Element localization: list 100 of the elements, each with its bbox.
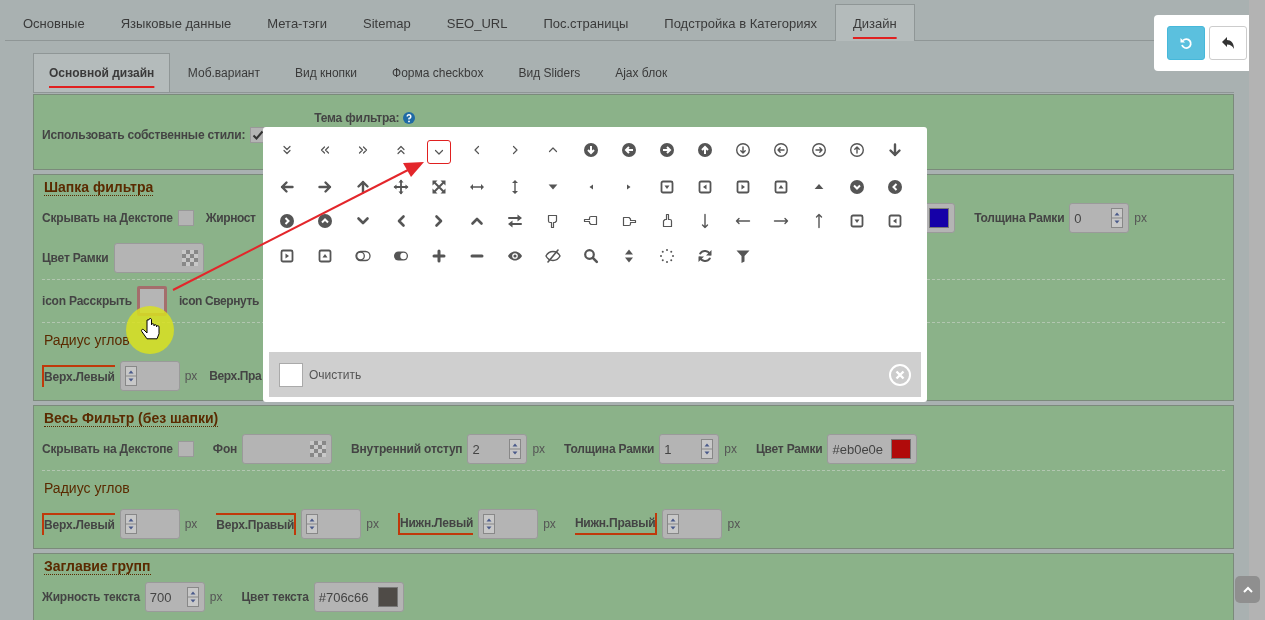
spinner-icon[interactable] <box>483 514 496 534</box>
tab[interactable]: Вид Sliders <box>500 53 598 92</box>
circle-arrow-down-icon <box>583 142 599 158</box>
field-label: Внутренний отступ <box>351 441 463 458</box>
dotted-circle-icon <box>659 247 675 264</box>
tab[interactable]: Подстройка в Категориях <box>646 4 835 41</box>
arrow-down-icon <box>887 142 903 158</box>
caret-right-icon <box>625 182 633 191</box>
number-field[interactable] <box>119 361 180 391</box>
transparent-swatch-icon <box>310 441 327 457</box>
spinner-icon[interactable] <box>186 587 199 607</box>
number-field[interactable] <box>119 509 180 539</box>
spinner-icon[interactable] <box>509 439 522 459</box>
field-label: Верх.Правый <box>216 513 297 535</box>
checkbox[interactable] <box>177 210 194 226</box>
section-title: Весь Фильтр (без шапки) <box>44 411 219 427</box>
tab[interactable]: Языковые данные <box>102 4 250 41</box>
spinner-icon[interactable] <box>1111 208 1124 228</box>
color-field[interactable] <box>113 243 204 273</box>
refresh-icon <box>697 247 713 264</box>
square-caret-right-icon <box>735 178 751 195</box>
number-field[interactable] <box>301 509 362 539</box>
number-field[interactable]: 0 <box>1069 203 1130 233</box>
circle-chevron-left-icon <box>887 178 903 195</box>
field-label: Толщина Рамки <box>564 441 655 458</box>
tab[interactable]: Основной дизайн <box>33 53 171 92</box>
help-icon[interactable] <box>403 112 416 124</box>
field-label: Жирность текста <box>42 589 140 606</box>
circle-outline-arrow-up-icon <box>849 142 865 158</box>
circle-outline-arrow-down-icon <box>735 142 751 158</box>
color-field[interactable]: #706c66 <box>313 582 404 612</box>
plus-icon <box>431 247 447 264</box>
tab[interactable]: Форма checkbox <box>374 53 501 92</box>
field-label: Верх.Пра <box>209 368 262 385</box>
eye-slash-icon <box>545 247 561 264</box>
tab[interactable]: Ajax блок <box>597 53 685 92</box>
number-field[interactable]: 2 <box>467 434 528 464</box>
reply-arrow-icon <box>1221 36 1235 50</box>
tab[interactable]: Моб.вариант <box>170 53 278 92</box>
tab[interactable]: SEO_URL <box>428 4 526 41</box>
color-field[interactable]: #eb0e0e <box>827 434 918 464</box>
field-label: icon Расскрыть <box>42 293 132 310</box>
spinner-icon[interactable] <box>701 439 714 459</box>
checkbox[interactable] <box>177 441 194 457</box>
circle-chevron-right-icon <box>279 213 295 229</box>
unit-label: px <box>543 517 556 531</box>
hand-cursor-icon <box>140 317 160 340</box>
caret-down-icon <box>548 183 558 190</box>
field-label: Нижн.Правый <box>574 513 658 535</box>
field-label: icon Свернуть <box>178 293 259 310</box>
unit-label: px <box>209 590 223 604</box>
icon-option[interactable] <box>427 140 451 164</box>
square-caret-up-icon <box>773 178 789 195</box>
tab[interactable]: Пос.страницы <box>525 4 647 41</box>
circle-arrow-left-icon <box>621 142 637 158</box>
transparent-swatch-icon <box>181 250 198 266</box>
clear-button[interactable]: Очистить <box>309 367 362 382</box>
number-field[interactable]: 1 <box>659 434 720 464</box>
checkmark-icon <box>251 128 266 142</box>
number-field[interactable] <box>478 509 539 539</box>
unit-label: px <box>724 442 737 456</box>
back-button[interactable] <box>1209 26 1247 60</box>
color-field[interactable] <box>242 434 333 464</box>
field-label: Цвет Рамки <box>755 441 823 458</box>
square-caret-down-icon <box>849 213 865 229</box>
tab[interactable]: Дизайн <box>834 4 915 41</box>
spinner-icon[interactable] <box>124 366 137 386</box>
caret-up-icon <box>814 183 824 190</box>
minus-icon <box>470 253 484 258</box>
unit-label: px <box>184 369 198 383</box>
expand-arrows-icon <box>431 178 447 195</box>
scroll-to-top-button[interactable] <box>1235 576 1260 603</box>
circle-chevron-down-icon <box>849 178 865 195</box>
field-label: Нижн.Левый <box>397 513 474 535</box>
tab[interactable]: Мета-тэги <box>249 4 346 41</box>
unit-label: px <box>532 442 546 456</box>
field-label: Фон <box>212 441 238 458</box>
field-label: Тема фильтра: <box>314 110 400 127</box>
spinner-icon[interactable] <box>667 514 680 534</box>
field-label: Скрывать на Декстопе <box>42 210 173 227</box>
tab[interactable]: Sitemap <box>345 4 429 41</box>
spinner-icon[interactable] <box>124 514 137 534</box>
square-caret-left-icon <box>887 213 903 229</box>
unit-label: px <box>1134 211 1147 225</box>
section-title: Шапка фильтра <box>44 180 154 196</box>
tab[interactable]: Вид кнопки <box>277 53 375 92</box>
number-field[interactable] <box>662 509 723 539</box>
caret-left-icon <box>587 182 595 191</box>
number-field[interactable]: 700 <box>144 582 205 612</box>
field-label: Толщина Рамки <box>974 210 1065 227</box>
tab[interactable]: Основные <box>5 4 103 41</box>
spinner-icon[interactable] <box>306 514 319 534</box>
field-label: Верх.Левый <box>42 365 115 387</box>
unit-label: px <box>366 517 379 531</box>
swap-arrows-icon <box>507 213 523 229</box>
arrow-left-icon <box>279 178 295 195</box>
square-caret-left-icon <box>697 178 713 195</box>
arrow-up-icon <box>355 178 371 195</box>
circle-arrow-up-icon <box>697 142 713 158</box>
field-label: Верх.Левый <box>42 513 115 535</box>
